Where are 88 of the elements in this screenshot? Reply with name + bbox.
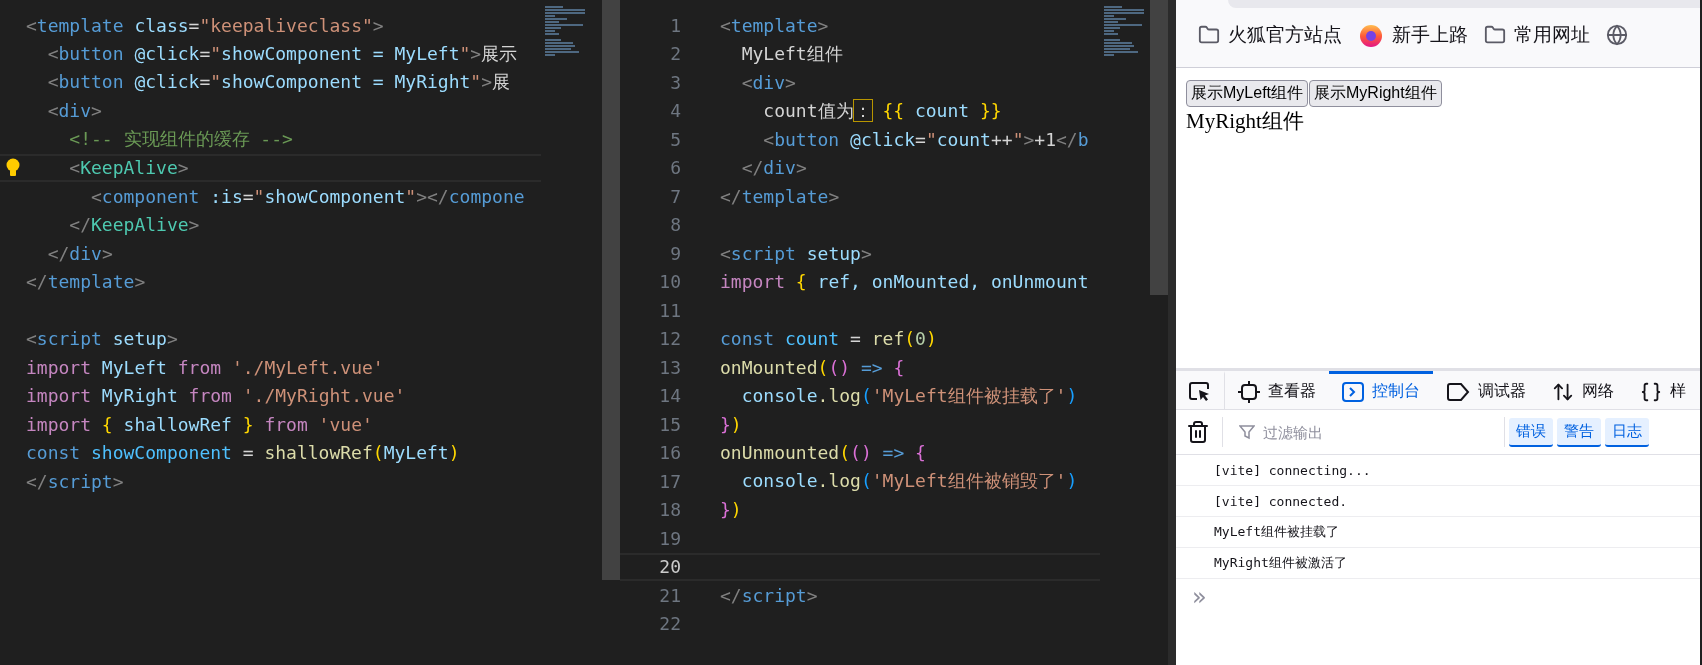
code-line: </div> [46,242,113,264]
folder-icon [1484,24,1506,46]
devtools-tab[interactable]: 调试器 [1433,371,1539,409]
code-line: </KeepAlive> [68,214,200,236]
devtools-tab[interactable]: 样 [1627,371,1699,409]
console-icon [1342,381,1364,402]
pick-element-icon [1189,381,1211,402]
log-level-button[interactable]: 警告 [1557,417,1601,447]
trash-icon[interactable] [1186,420,1210,444]
bookmark[interactable]: 新手上路 [1358,22,1468,48]
code-line: </script> [720,584,818,606]
code-line: <template> [720,14,829,36]
code-line: count值为： {{ count }} [762,98,1002,123]
folder-icon [1198,24,1220,46]
console-message: MyLeft组件被挂载了 [1176,517,1700,548]
show-component-button[interactable]: 展示MyLeft组件 [1186,80,1308,107]
line-number: 15 [658,413,682,435]
component-text: MyRight组件 [1186,108,1305,135]
console-message: [vite] connecting... [1176,455,1700,486]
code-line: import { ref, onMounted, onUnmount [720,271,1089,293]
line-number: 3 [669,71,682,93]
bookmark[interactable]: 火狐官方站点 [1198,22,1342,48]
lightbulb-icon[interactable] [6,157,20,178]
braces-icon [1640,380,1662,403]
code-line: </script> [26,470,124,492]
bookmark[interactable]: 常用网址 [1484,22,1590,48]
line-number: 8 [669,214,682,236]
devtools-tab[interactable]: 查看器 [1225,371,1329,409]
line-number: 10 [658,271,682,293]
line-number: 9 [669,242,682,264]
log-level-button[interactable]: 日志 [1605,417,1649,447]
line-number: 2 [669,43,682,65]
firefox-logo-icon [1358,22,1384,48]
code-line: <div> [46,100,102,122]
code-line: MyLeft组件 [740,41,843,66]
code-line: console.log('MyLeft组件被销毁了') [740,469,1078,494]
code-line: <button @click="showComponent = MyRight">展 [46,70,511,95]
code-line: import MyLeft from './MyLeft.vue' [26,356,384,378]
code-line: <KeepAlive> [68,157,189,179]
line-number: 14 [658,385,682,407]
code-line: <template class="keepaliveclass"> [26,14,384,36]
code-line: <button @click="showComponent = MyLeft">展示 [46,41,518,66]
line-number: 22 [658,613,682,635]
line-number: 13 [658,356,682,378]
scrollbar-thumb[interactable] [1150,0,1168,295]
line-number: 17 [658,470,682,492]
log-level-button[interactable]: 错误 [1509,417,1553,447]
devtools-tab[interactable]: 网络 [1539,371,1627,409]
code-line: onMounted(() => { [720,356,905,378]
globe-icon[interactable] [1606,24,1628,46]
code-line: <component :is="showComponent"></compone [90,185,525,207]
line-number: 7 [669,185,682,207]
line-number: 11 [658,299,682,321]
show-component-button[interactable]: 展示MyRight组件 [1309,80,1442,107]
line-number: 20 [658,556,682,578]
code-line: const count = ref(0) [720,328,937,350]
code-line: }) [720,413,742,435]
line-number: 19 [658,527,682,549]
code-line: <!-- 实现组件的缓存 --> [68,127,293,152]
code-line: onUnmounted(() => { [720,442,926,464]
line-number: 1 [669,14,682,36]
code-line: const showComponent = shallowRef(MyLeft) [26,442,460,464]
code-line: <script setup> [26,328,178,350]
inspector-icon [1238,380,1260,403]
console-message: MyRight组件被激活了 [1176,548,1700,579]
code-line: import MyRight from './MyRight.vue' [26,385,406,407]
filter-field[interactable]: 过滤输出 [1261,422,1465,442]
code-line: </template> [26,271,146,293]
tag-icon [1446,382,1470,401]
line-number: 12 [658,328,682,350]
code-line: console.log('MyLeft组件被挂载了') [740,383,1078,408]
line-number: 18 [658,499,682,521]
console-message: [vite] connected. [1176,486,1700,517]
line-number: 21 [658,584,682,606]
code-line: </template> [720,185,840,207]
code-line: <script setup> [720,242,872,264]
code-line: }) [720,499,742,521]
code-line: <button @click="count++">+1</b [762,128,1089,150]
scrollbar-thumb[interactable] [602,0,620,580]
line-number: 16 [658,442,682,464]
code-line: <div> [740,71,796,93]
filter-icon [1239,424,1255,440]
line-number: 5 [669,128,682,150]
code-line: import { shallowRef } from 'vue' [26,413,373,435]
code-line: </div> [740,157,807,179]
devtools-tab[interactable]: 控制台 [1329,371,1433,409]
line-number: 4 [669,100,682,122]
line-number: 6 [669,157,682,179]
